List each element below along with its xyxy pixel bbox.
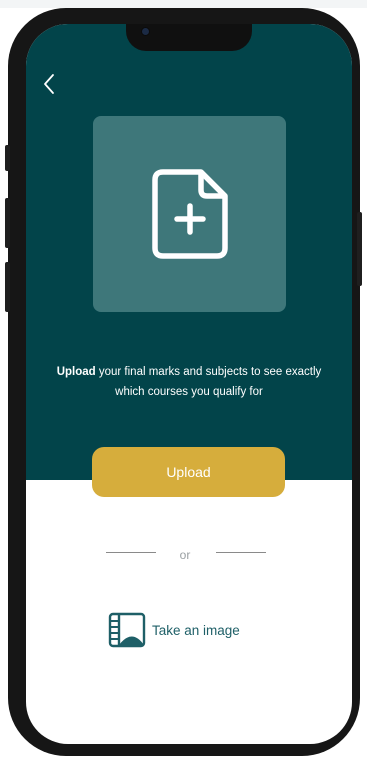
phone-side-button-power <box>357 212 362 286</box>
phone-side-button-volume-up <box>5 198 10 248</box>
description-line-1: Upload your final marks and subjects to … <box>36 362 342 382</box>
upload-description: Upload your final marks and subjects to … <box>36 362 342 402</box>
take-image-button[interactable]: Take an image <box>108 612 268 648</box>
phone-side-button-volume-down <box>5 262 10 312</box>
upload-button[interactable]: Upload <box>92 447 285 497</box>
phone-side-button-silent <box>5 145 10 171</box>
chevron-left-icon <box>44 74 54 94</box>
image-frame-icon <box>108 612 146 648</box>
top-strip <box>0 0 367 8</box>
take-image-label: Take an image <box>152 622 240 638</box>
description-line-1-rest: your final marks and subjects to see exa… <box>95 366 322 378</box>
front-camera <box>142 28 149 35</box>
divider-left <box>106 552 156 553</box>
back-button[interactable] <box>38 70 64 100</box>
description-line-2: which courses you qualify for <box>115 386 263 398</box>
file-plus-icon <box>152 169 228 259</box>
upload-drop-area[interactable] <box>93 116 286 312</box>
phone-notch <box>126 24 252 51</box>
divider-right <box>216 552 266 553</box>
app-screen: Upload your final marks and subjects to … <box>26 24 352 744</box>
or-separator: or <box>179 548 191 562</box>
description-bold-word: Upload <box>56 366 96 378</box>
